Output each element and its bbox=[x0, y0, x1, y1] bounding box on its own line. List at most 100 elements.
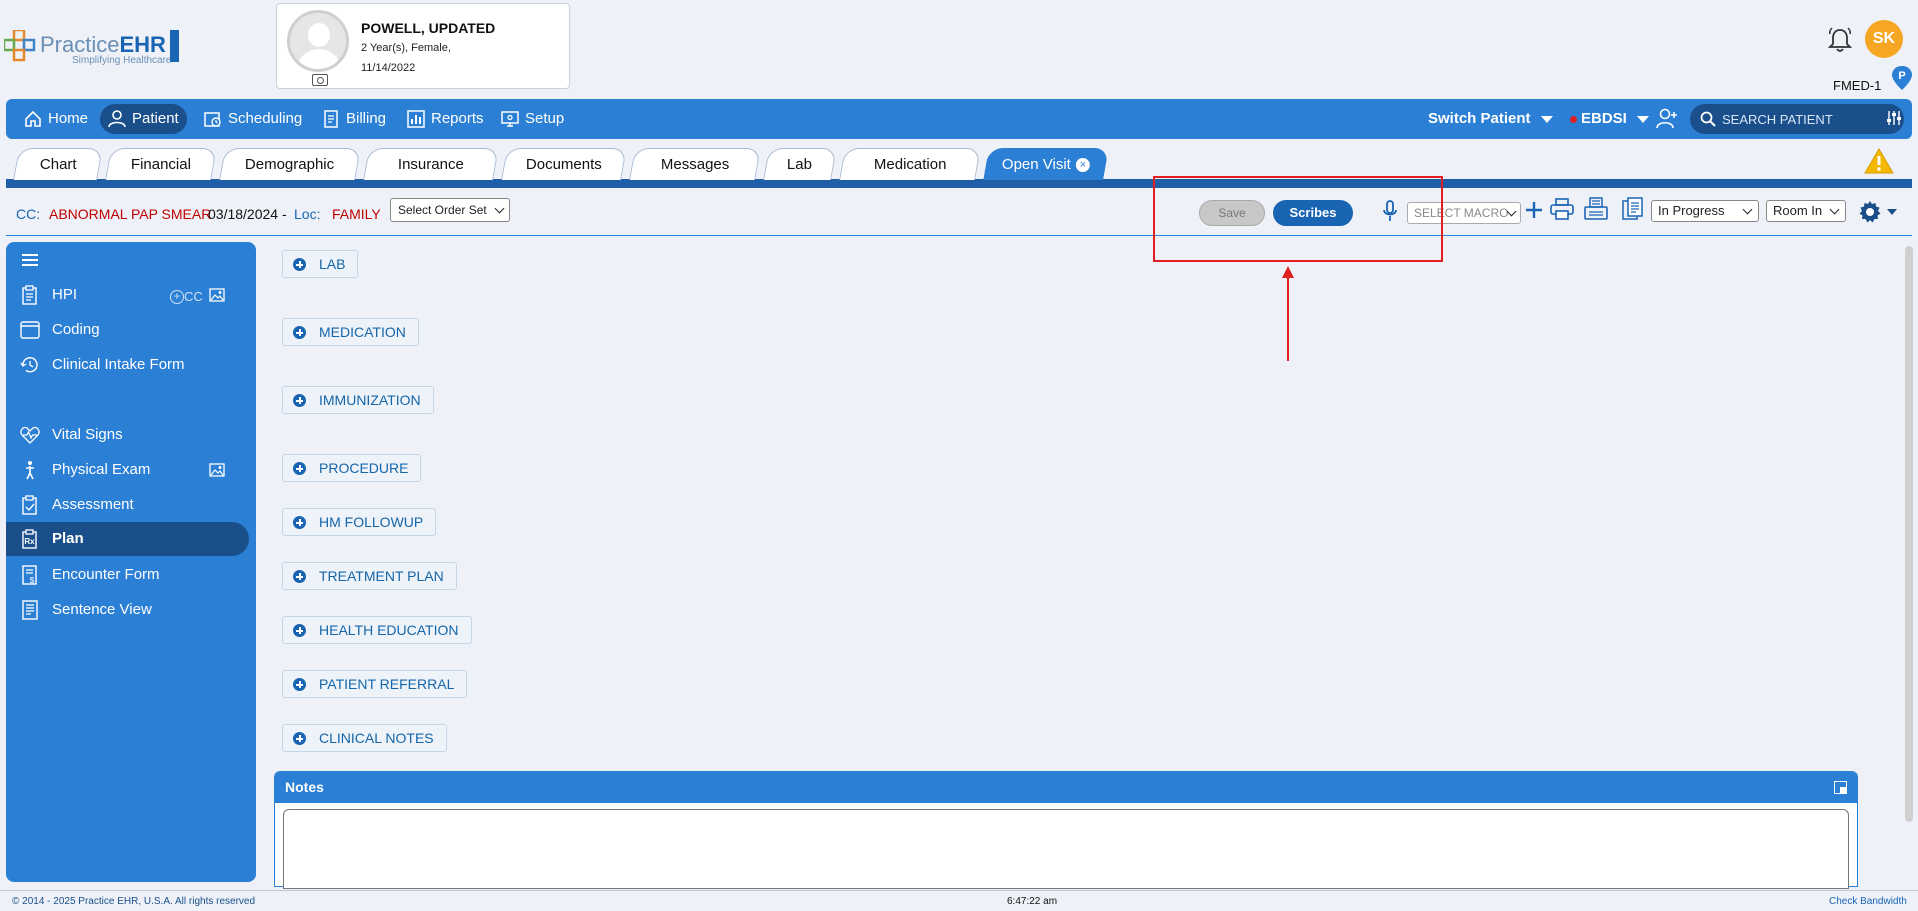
nav-scheduling[interactable]: Scheduling bbox=[196, 104, 310, 134]
plan-section-patient-referral[interactable]: PATIENT REFERRAL bbox=[282, 670, 468, 698]
sidebar-item-physical-exam-label: Physical Exam bbox=[52, 461, 151, 478]
plan-section-treatment-plan[interactable]: TREATMENT PLAN bbox=[282, 562, 457, 590]
plus-circle-icon bbox=[293, 462, 306, 475]
nav-reports-label: Reports bbox=[431, 110, 484, 127]
user-avatar[interactable]: SK bbox=[1865, 20, 1903, 58]
nav-billing-label: Billing bbox=[346, 110, 387, 127]
tab-documents[interactable]: Documents bbox=[501, 148, 627, 180]
notes-textarea[interactable] bbox=[283, 809, 1849, 889]
copy-document-icon[interactable] bbox=[1622, 197, 1644, 221]
plan-section-hm-followup[interactable]: HM FOLLOWUP bbox=[282, 508, 437, 536]
patient-name: POWELL, UPDATED bbox=[361, 20, 496, 36]
tab-demographic[interactable]: Demographic bbox=[219, 148, 361, 180]
nav-home[interactable]: Home bbox=[16, 104, 96, 134]
sidebar-item-clinical-intake-form[interactable]: Clinical Intake Form bbox=[6, 348, 249, 382]
plus-circle-icon bbox=[293, 678, 306, 691]
plus-circle-icon bbox=[293, 624, 306, 637]
sidebar-item-clinical-intake-form-label: Clinical Intake Form bbox=[52, 356, 185, 373]
plan-section-health-education[interactable]: HEALTH EDUCATION bbox=[282, 616, 472, 644]
nav-scheduling-label: Scheduling bbox=[228, 110, 303, 127]
nav-patient[interactable]: Patient bbox=[100, 104, 187, 134]
plus-icon[interactable] bbox=[1524, 200, 1544, 220]
prescription-icon: Rx bbox=[22, 529, 37, 549]
main-nav: Home Patient Scheduling Billing Reports … bbox=[6, 99, 1912, 139]
dollar-document-icon: $ bbox=[22, 565, 37, 585]
plan-section-procedure[interactable]: PROCEDURE bbox=[282, 454, 422, 482]
calendar-clock-icon bbox=[204, 112, 221, 127]
notes-title: Notes bbox=[285, 779, 324, 795]
gear-icon[interactable] bbox=[1858, 200, 1882, 224]
image-icon[interactable] bbox=[209, 463, 225, 477]
text-document-icon bbox=[22, 600, 38, 620]
hpi-cc-add[interactable]: + CC bbox=[170, 288, 203, 306]
switch-patient-label: Switch Patient bbox=[1428, 110, 1531, 127]
plus-circle-icon bbox=[293, 258, 306, 271]
plus-circle-icon bbox=[293, 326, 306, 339]
sidebar-item-sentence-view[interactable]: Sentence View bbox=[6, 593, 249, 627]
bell-icon[interactable] bbox=[1827, 26, 1853, 54]
visit-status-select[interactable]: In Progress bbox=[1651, 200, 1759, 222]
chevron-down-icon[interactable] bbox=[1887, 209, 1897, 215]
check-bandwidth-link[interactable]: Check Bandwidth bbox=[1829, 896, 1907, 907]
sidebar-item-assessment[interactable]: Assessment bbox=[6, 488, 249, 522]
room-select[interactable]: Room In bbox=[1766, 200, 1846, 222]
image-icon[interactable] bbox=[209, 288, 225, 302]
sidebar-item-coding[interactable]: Coding bbox=[6, 313, 249, 347]
search-patient-input[interactable] bbox=[1722, 109, 1862, 129]
expand-icon[interactable] bbox=[1834, 781, 1847, 794]
camera-icon[interactable] bbox=[312, 74, 328, 86]
location-pin-icon[interactable]: P bbox=[1892, 66, 1912, 90]
chevron-down-icon bbox=[494, 203, 505, 214]
cc-value: ABNORMAL PAP SMEAR bbox=[49, 206, 212, 222]
plan-section-clinical-notes[interactable]: CLINICAL NOTES bbox=[282, 724, 447, 752]
switch-patient-dropdown[interactable]: Switch Patient bbox=[1428, 110, 1553, 127]
close-icon[interactable]: × bbox=[1076, 158, 1091, 173]
monitor-gear-icon bbox=[501, 111, 519, 127]
sidebar-item-coding-label: Coding bbox=[52, 321, 100, 338]
patient-card[interactable]: POWELL, UPDATED 2 Year(s), Female, 11/14… bbox=[276, 3, 570, 89]
tab-medication[interactable]: Medication bbox=[839, 148, 981, 180]
nav-reports[interactable]: Reports bbox=[399, 104, 492, 134]
plus-circle-icon bbox=[293, 516, 306, 529]
patient-age-gender: 2 Year(s), Female, bbox=[361, 42, 451, 54]
add-user-icon[interactable] bbox=[1656, 108, 1678, 130]
fax-icon[interactable] bbox=[1584, 197, 1608, 221]
cc-divider bbox=[6, 235, 1912, 236]
nav-billing[interactable]: Billing bbox=[314, 104, 394, 134]
tab-chart[interactable]: Chart bbox=[13, 148, 103, 180]
plan-section-lab[interactable]: LAB bbox=[282, 250, 359, 278]
order-set-label: Select Order Set bbox=[398, 203, 487, 217]
hamburger-icon[interactable] bbox=[22, 254, 38, 266]
tab-messages[interactable]: Messages bbox=[629, 148, 761, 180]
tab-lab[interactable]: Lab bbox=[763, 148, 837, 180]
print-icon[interactable] bbox=[1550, 198, 1574, 220]
plus-circle-icon: + bbox=[170, 289, 184, 304]
plan-section-medication[interactable]: MEDICATION bbox=[282, 318, 419, 346]
content-scrollbar[interactable] bbox=[1905, 246, 1913, 822]
sidebar-item-plan-label: Plan bbox=[52, 530, 84, 547]
sidebar-item-sentence-view-label: Sentence View bbox=[52, 601, 152, 618]
logo-tagline: Simplifying Healthcare bbox=[72, 55, 172, 66]
plan-section-immunization[interactable]: IMMUNIZATION bbox=[282, 386, 434, 414]
search-patient-box[interactable] bbox=[1690, 104, 1904, 134]
tab-financial[interactable]: Financial bbox=[105, 148, 217, 180]
warning-icon[interactable] bbox=[1864, 148, 1894, 174]
nav-setup[interactable]: Setup bbox=[493, 104, 572, 134]
visit-status-label: In Progress bbox=[1658, 203, 1725, 218]
tab-open-visit[interactable]: Open Visit × bbox=[983, 148, 1109, 180]
sliders-icon[interactable] bbox=[1886, 110, 1902, 126]
footer: © 2014 - 2025 Practice EHR, U.S.A. All r… bbox=[0, 890, 1918, 911]
nav-home-label: Home bbox=[48, 110, 89, 127]
sidebar-item-encounter-form[interactable]: $ Encounter Form bbox=[6, 558, 249, 592]
chevron-down-icon bbox=[1829, 204, 1840, 215]
tab-insurance[interactable]: Insurance bbox=[363, 148, 499, 180]
notes-header: Notes bbox=[275, 772, 1857, 803]
hpi-cc-label: CC bbox=[184, 289, 203, 305]
provider-dropdown[interactable]: EBDSI bbox=[1570, 110, 1649, 127]
sidebar-item-plan[interactable]: Rx Plan bbox=[6, 522, 249, 556]
loc-label: Loc: bbox=[294, 206, 321, 222]
room-label: Room In bbox=[1773, 203, 1823, 218]
status-dot-icon bbox=[1570, 115, 1577, 123]
order-set-select[interactable]: Select Order Set bbox=[390, 198, 510, 222]
sidebar-item-vital-signs[interactable]: Vital Signs bbox=[6, 418, 249, 452]
